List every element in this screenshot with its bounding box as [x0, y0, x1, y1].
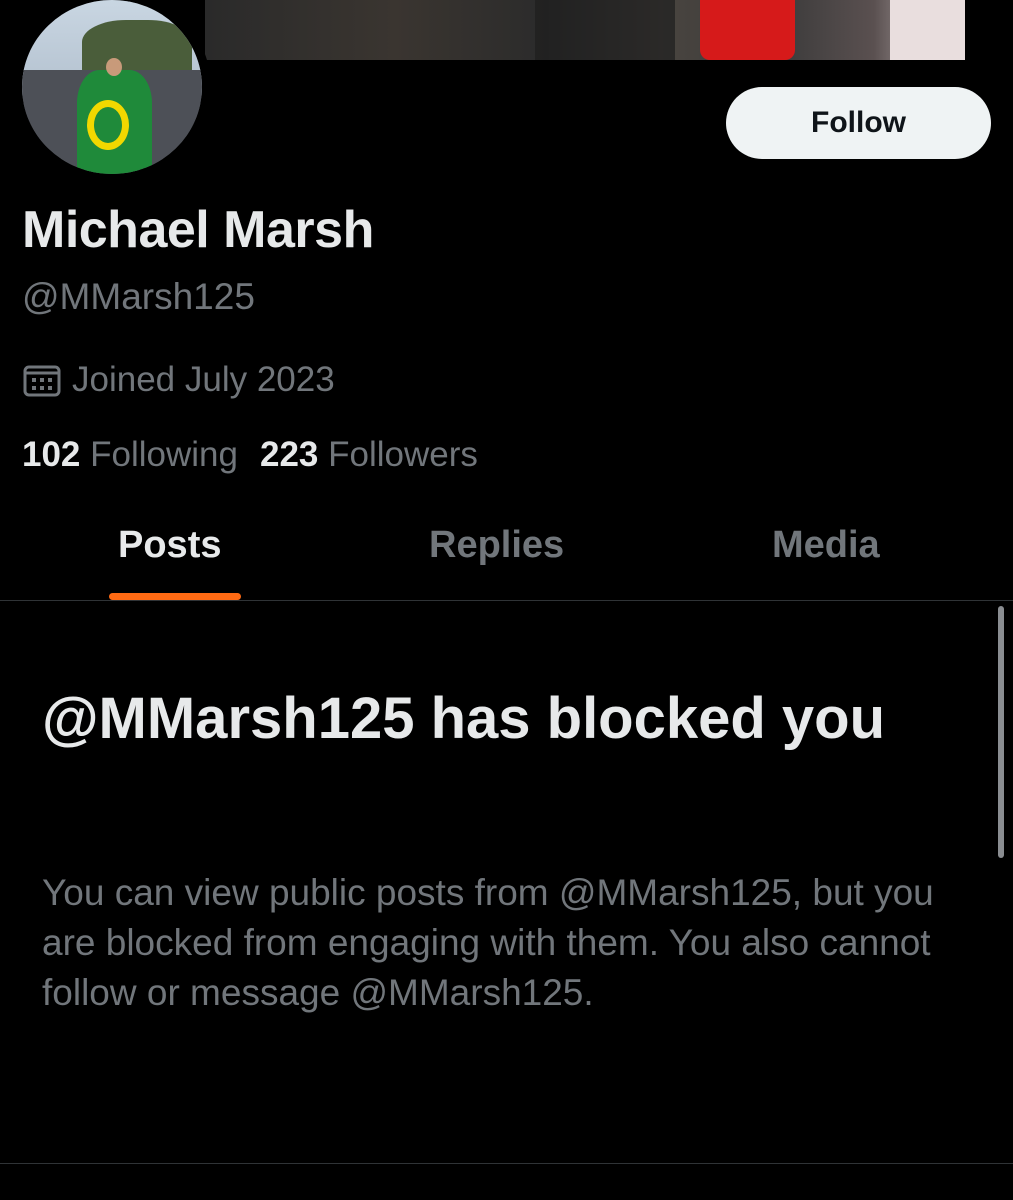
tab-replies[interactable]: Replies	[429, 524, 564, 567]
following-label: Following	[90, 435, 238, 474]
blocked-title: @MMarsh125 has blocked you	[42, 686, 886, 751]
followers-stat[interactable]: 223 Followers	[260, 435, 478, 475]
joined-text: Joined July 2023	[72, 360, 335, 399]
banner-shadow	[535, 0, 675, 60]
banner-hand	[890, 0, 965, 60]
profile-handle: @MMarsh125	[22, 276, 255, 317]
scrollbar[interactable]	[998, 606, 1004, 858]
calendar-icon	[23, 365, 61, 397]
following-count: 102	[22, 435, 81, 474]
blocked-description: You can view public posts from @MMarsh12…	[42, 872, 934, 1013]
avatar-flag-logo	[87, 100, 129, 150]
avatar-person-head	[106, 58, 122, 76]
profile-banner[interactable]	[205, 0, 965, 60]
following-stat[interactable]: 102 Following	[22, 435, 238, 475]
followers-count: 223	[260, 435, 319, 474]
follow-stats: 102 Following 223 Followers	[22, 435, 478, 475]
profile-page: Follow Michael Marsh @MMarsh125 Joined J…	[0, 0, 1013, 1200]
tab-media[interactable]: Media	[772, 524, 880, 567]
avatar[interactable]	[22, 0, 202, 174]
banner-red-cup	[700, 0, 795, 60]
active-tab-indicator	[109, 593, 241, 600]
avatar-trees	[82, 20, 192, 75]
display-name: Michael Marsh	[22, 201, 374, 259]
joined-date: Joined July 2023	[22, 360, 335, 400]
followers-label: Followers	[328, 435, 478, 474]
follow-button[interactable]: Follow	[726, 87, 991, 159]
bottom-divider	[0, 1163, 1013, 1164]
tab-posts[interactable]: Posts	[118, 524, 221, 567]
profile-tabs: Posts Replies Media	[0, 510, 1013, 601]
